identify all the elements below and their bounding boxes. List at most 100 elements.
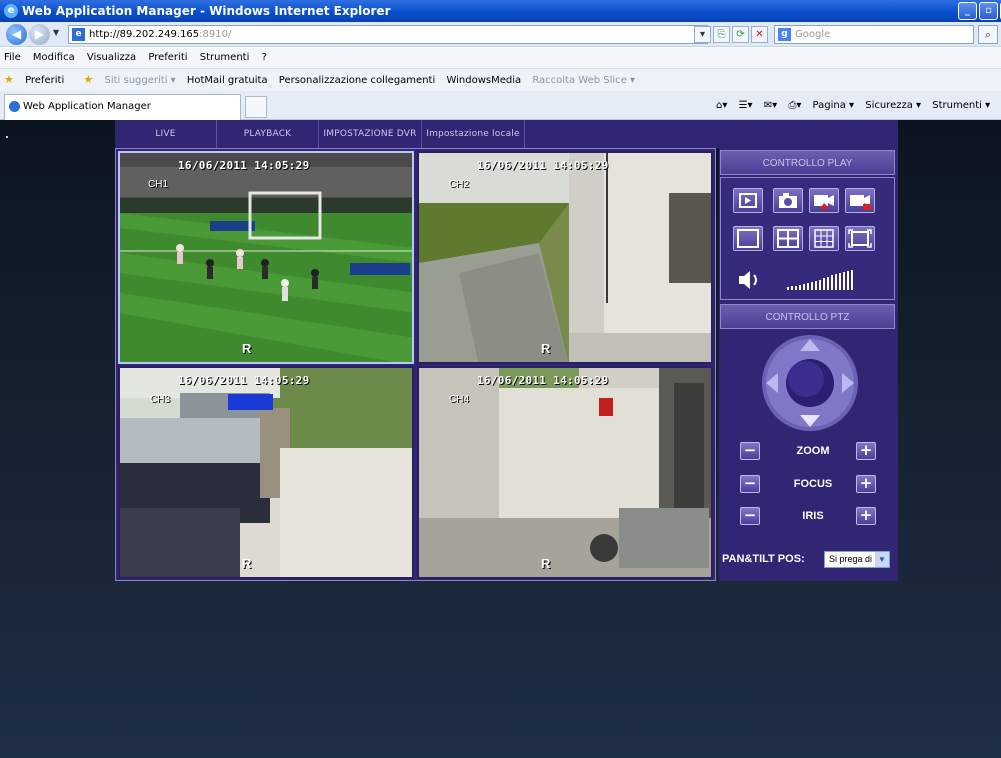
- record-indicator: R: [541, 556, 551, 571]
- star-icon: ★: [4, 73, 14, 86]
- nav-impostazione-dvr[interactable]: IMPOSTAZIONE DVR: [319, 120, 422, 148]
- add-favorite-icon[interactable]: ★: [83, 73, 93, 86]
- browser-window: e Web Application Manager - Windows Inte…: [0, 0, 1001, 758]
- iris-plus-button[interactable]: +: [856, 507, 876, 525]
- single-view-icon: [737, 229, 759, 248]
- camera-grid: 16/06/2011 14:05:29 CH1 R 16/06/2011 14:…: [115, 148, 716, 581]
- page-dot: [6, 136, 8, 138]
- camera-view-ch1[interactable]: 16/06/2011 14:05:29 CH1 R: [118, 151, 414, 364]
- speaker-icon: [739, 271, 750, 289]
- back-button[interactable]: ◀: [6, 24, 27, 45]
- snapshot-button[interactable]: [773, 188, 803, 213]
- play-button[interactable]: [733, 188, 763, 213]
- menu-modifica[interactable]: Modifica: [33, 52, 75, 63]
- record-indicator: R: [242, 341, 252, 356]
- google-icon: g: [778, 28, 791, 41]
- address-host: http://89.202.249.165: [89, 29, 200, 40]
- camera-view-ch3[interactable]: 16/06/2011 14:05:29 CH3 R: [118, 366, 414, 579]
- page-icon: e: [72, 28, 85, 41]
- camera-view-ch4[interactable]: 16/06/2011 14:05:29 CH4 R: [417, 366, 713, 579]
- nav-impostazione-locale[interactable]: Impostazione locale: [422, 120, 525, 148]
- security-menu[interactable]: Sicurezza ▾: [865, 100, 921, 111]
- zoom-label: ZOOM: [796, 445, 830, 457]
- menu-strumenti[interactable]: Strumenti: [200, 52, 250, 63]
- fav-personalizzazione[interactable]: Personalizzazione collegamenti: [279, 75, 435, 86]
- print-icon[interactable]: ⎙▾: [788, 100, 801, 111]
- iris-minus-button[interactable]: −: [740, 507, 760, 525]
- record-indicator: R: [242, 556, 252, 571]
- history-dropdown-icon[interactable]: ▼: [53, 28, 59, 37]
- tab-label: Web Application Manager: [23, 101, 151, 112]
- menu-visualizza[interactable]: Visualizza: [87, 52, 136, 63]
- fav-siti-suggeriti[interactable]: Siti suggeriti ▾: [104, 75, 175, 86]
- zoom-minus-button[interactable]: −: [740, 442, 760, 460]
- nine-view-icon: [814, 229, 834, 248]
- menu-bar: File Modifica Visualizza Preferiti Strum…: [0, 48, 1001, 68]
- search-button[interactable]: ⌕: [978, 25, 998, 44]
- favorites-button[interactable]: ★ Preferiti: [4, 73, 72, 86]
- quad-view-button[interactable]: [773, 226, 803, 251]
- play-control-box: [720, 177, 895, 300]
- control-panel: CONTROLLO PLAY CONTROLLO PTZ − ZOOM + − …: [719, 148, 898, 581]
- fav-hotmail[interactable]: HotMail gratuita: [187, 75, 268, 86]
- volume-control[interactable]: [737, 268, 887, 292]
- chevron-down-icon: ▼: [875, 552, 889, 567]
- menu-preferiti[interactable]: Preferiti: [148, 52, 187, 63]
- stop-icon[interactable]: ✕: [751, 26, 768, 43]
- nine-view-button[interactable]: [809, 226, 839, 251]
- home-icon[interactable]: ⌂▾: [716, 100, 727, 111]
- page-menu[interactable]: Pagina ▾: [813, 100, 855, 111]
- focus-label: FOCUS: [793, 478, 833, 490]
- camera-view-ch2[interactable]: 16/06/2011 14:05:29 CH2 R: [417, 151, 713, 364]
- ptz-control-header: CONTROLLO PTZ: [720, 304, 895, 329]
- window-title: Web Application Manager - Windows Intern…: [22, 4, 391, 18]
- record-button[interactable]: [809, 188, 839, 213]
- minimize-button[interactable]: _: [958, 2, 977, 20]
- camera-channel-label: CH3: [150, 394, 171, 405]
- search-input[interactable]: g Google: [774, 25, 974, 44]
- tab-row: Web Application Manager ⌂▾ ☰▾ ✉▾ ⎙▾ Pagi…: [0, 91, 1001, 120]
- quad-view-icon: [777, 229, 799, 248]
- menu-help[interactable]: ?: [262, 52, 267, 63]
- address-bar[interactable]: e http://89.202.249.165:8910/: [68, 25, 708, 44]
- single-view-button[interactable]: [733, 226, 763, 251]
- title-bar: e Web Application Manager - Windows Inte…: [0, 0, 1001, 22]
- record-stop-icon: [850, 195, 871, 210]
- record-indicator: R: [541, 341, 551, 356]
- search-placeholder: Google: [795, 29, 831, 40]
- play-icon: [739, 193, 757, 208]
- iris-label: IRIS: [802, 510, 824, 522]
- record-video-icon: [814, 195, 834, 209]
- tab-ie-icon: [9, 101, 20, 112]
- tab-web-application-manager[interactable]: Web Application Manager: [4, 94, 241, 120]
- fullscreen-icon: [848, 229, 872, 248]
- focus-plus-button[interactable]: +: [856, 475, 876, 493]
- camera-timestamp: 16/06/2011 14:05:29: [477, 159, 609, 172]
- fullscreen-button[interactable]: [845, 226, 875, 251]
- nav-playback[interactable]: PLAYBACK: [217, 120, 319, 148]
- focus-minus-button[interactable]: −: [740, 475, 760, 493]
- zoom-plus-button[interactable]: +: [856, 442, 876, 460]
- camera-channel-label: CH4: [449, 394, 470, 405]
- ptz-joystick[interactable]: [760, 333, 860, 433]
- pan-tilt-select-value: Si prega di: [829, 554, 873, 564]
- address-dropdown-icon[interactable]: ▾: [694, 26, 711, 43]
- fav-windowsmedia[interactable]: WindowsMedia: [446, 75, 521, 86]
- camera-timestamp: 16/06/2011 14:05:29: [477, 374, 609, 387]
- address-port: :8910/: [199, 29, 232, 40]
- compat-view-icon[interactable]: ⎘: [713, 26, 730, 43]
- new-tab-button[interactable]: [245, 96, 267, 118]
- nav-live[interactable]: LIVE: [115, 120, 217, 148]
- stop-record-button[interactable]: [845, 188, 875, 213]
- menu-file[interactable]: File: [4, 52, 21, 63]
- fav-web-slice[interactable]: Raccolta Web Slice ▾: [532, 75, 635, 86]
- forward-button[interactable]: ▶: [29, 24, 50, 45]
- tools-menu[interactable]: Strumenti ▾: [932, 100, 990, 111]
- mail-icon[interactable]: ✉▾: [764, 100, 777, 111]
- feeds-icon[interactable]: ☰▾: [739, 100, 753, 111]
- main-nav: LIVE PLAYBACK IMPOSTAZIONE DVR Impostazi…: [115, 120, 898, 148]
- refresh-icon[interactable]: ⟳: [732, 26, 749, 43]
- pan-tilt-select[interactable]: Si prega di ▼: [824, 551, 890, 568]
- maximize-button[interactable]: ▫: [979, 2, 998, 20]
- ptz-control-box: − ZOOM + − FOCUS + − IRIS +: [720, 331, 895, 581]
